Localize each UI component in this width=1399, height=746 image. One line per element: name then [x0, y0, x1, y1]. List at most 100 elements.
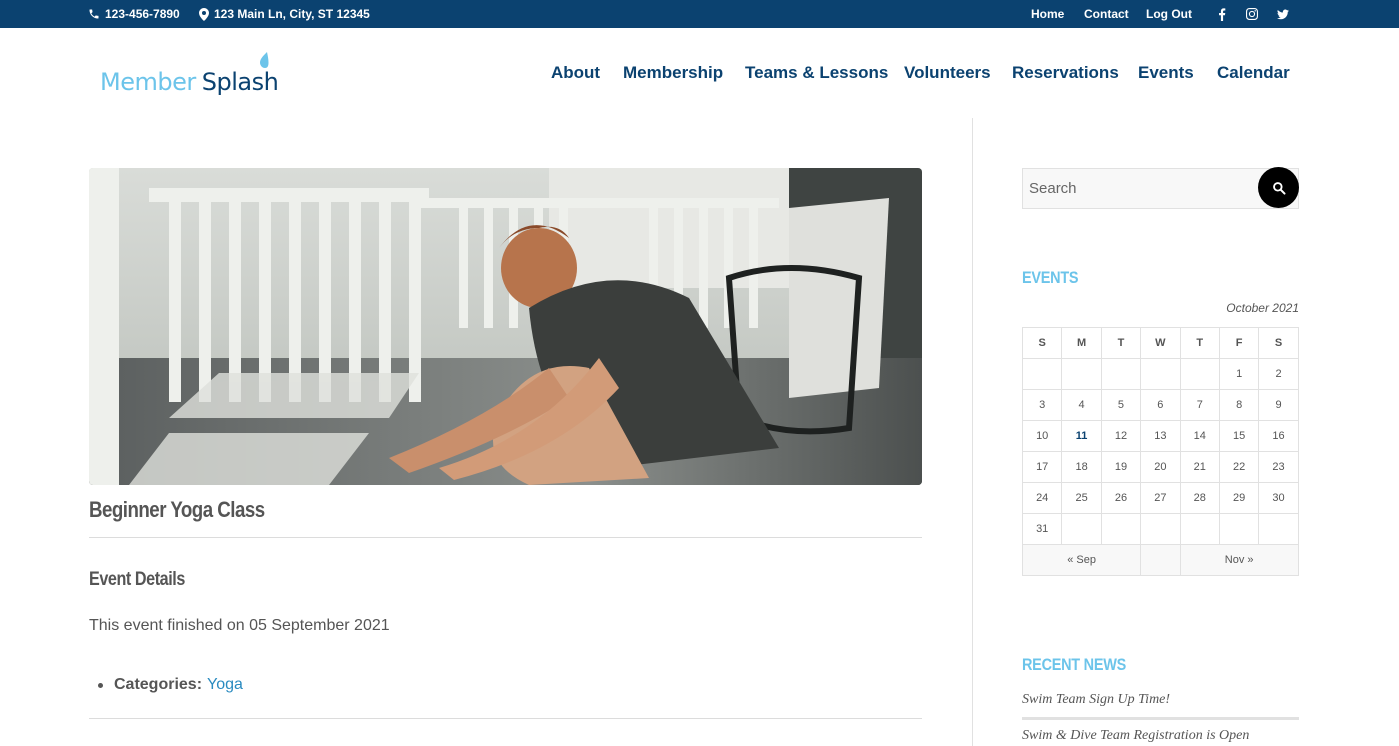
calendar-week-row: 10 11 12 13 14 15 16: [1021, 420, 1299, 452]
weekday: F: [1218, 327, 1260, 359]
calendar-day: 24: [1021, 482, 1063, 514]
facebook-icon: [1219, 7, 1226, 21]
search-button[interactable]: [1258, 167, 1299, 208]
calendar-caption: October 2021: [1226, 301, 1299, 315]
address-info: 123 Main Ln, City, ST 12345: [199, 0, 370, 28]
logout-link[interactable]: Log Out: [1146, 7, 1192, 21]
calendar-week-row: 3456789: [1021, 389, 1299, 421]
search-input[interactable]: [1023, 169, 1258, 208]
news-item-link[interactable]: Swim Team Sign Up Time!: [1022, 692, 1170, 708]
calendar-day: 2: [1258, 358, 1299, 390]
event-details-heading: Event Details: [89, 569, 185, 590]
calendar-day: 30: [1258, 482, 1299, 514]
instagram-link[interactable]: [1246, 0, 1258, 28]
nav-reservations[interactable]: Reservations: [1012, 63, 1119, 83]
calendar-day: 17: [1021, 451, 1063, 483]
divider: [89, 537, 922, 538]
weekday: T: [1179, 327, 1220, 359]
calendar-cell-empty: [1100, 513, 1142, 545]
event-categories: Categories: Yoga: [98, 676, 243, 694]
calendar-day: 6: [1140, 389, 1181, 421]
divider: [89, 718, 922, 719]
twitter-link[interactable]: [1277, 0, 1289, 28]
calendar-day: 27: [1140, 482, 1181, 514]
weekday: T: [1100, 327, 1142, 359]
calendar-cell-empty: [1179, 513, 1220, 545]
search-icon: [1272, 181, 1286, 195]
calendar-day: 1: [1218, 358, 1260, 390]
calendar-week-row: 31: [1021, 513, 1299, 545]
logo-text-member: Member: [100, 68, 196, 96]
address-text: 123 Main Ln, City, ST 12345: [214, 7, 370, 21]
sidebar-divider: [972, 118, 973, 746]
recent-news-title: RECENT NEWS: [1022, 655, 1126, 674]
calendar-day: 7: [1179, 389, 1220, 421]
nav-about[interactable]: About: [551, 63, 600, 83]
calendar-day: 11: [1061, 420, 1102, 452]
calendar-cell-empty: [1140, 544, 1181, 576]
nav-membership[interactable]: Membership: [623, 63, 723, 83]
nav-volunteers[interactable]: Volunteers: [904, 63, 991, 83]
calendar-week-row: 24 25 26 27 28 29 30: [1021, 482, 1299, 514]
nav-events[interactable]: Events: [1138, 63, 1194, 83]
calendar-next-month[interactable]: Nov »: [1225, 554, 1254, 566]
weekday: W: [1140, 327, 1181, 359]
calendar-cell-empty: [1021, 358, 1063, 390]
phone-number: 123-456-7890: [105, 7, 180, 21]
weekday: S: [1258, 327, 1299, 359]
site-logo[interactable]: Member Splash: [100, 52, 279, 96]
calendar-day: 13: [1140, 420, 1181, 452]
calendar-cell-empty: [1140, 358, 1181, 390]
weekday: M: [1061, 327, 1102, 359]
weekday-row: S M T W T F S: [1021, 327, 1299, 359]
phone-icon: [89, 9, 99, 19]
phone-info: 123-456-7890: [88, 0, 180, 28]
calendar-day: 14: [1179, 420, 1220, 452]
calendar-cell-empty: [1061, 513, 1102, 545]
calendar-day: 5: [1100, 389, 1142, 421]
calendar-day: 21: [1179, 451, 1220, 483]
calendar-cell-empty: [1100, 358, 1142, 390]
calendar-day: 31: [1021, 513, 1063, 545]
event-title: Beginner Yoga Class: [89, 497, 265, 522]
top-bar: 123-456-7890 123 Main Ln, City, ST 12345…: [0, 0, 1399, 28]
contact-link[interactable]: Contact: [1084, 7, 1129, 21]
bullet: [98, 682, 103, 688]
nav-calendar[interactable]: Calendar: [1217, 63, 1290, 83]
calendar-day: 4: [1061, 389, 1102, 421]
calendar-cell-empty: [1258, 513, 1299, 545]
categories-label: Categories:: [114, 676, 203, 693]
event-finished-text: This event finished on 05 September 2021: [89, 617, 390, 634]
calendar-day: 18: [1061, 451, 1102, 483]
yoga-photo-illustration: [89, 168, 922, 485]
facebook-link[interactable]: [1218, 0, 1226, 28]
instagram-icon: [1246, 8, 1258, 20]
map-marker-icon: [199, 7, 209, 21]
calendar-day: 10: [1021, 420, 1063, 452]
calendar-day: 15: [1218, 420, 1260, 452]
news-item-link[interactable]: Swim & Dive Team Registration is Open: [1022, 728, 1249, 744]
calendar-day: 16: [1258, 420, 1299, 452]
calendar-nav-row: « Sep Nov »: [1021, 544, 1299, 576]
home-link[interactable]: Home: [1031, 7, 1064, 21]
calendar-week-row: 12: [1021, 358, 1299, 390]
twitter-icon: [1277, 9, 1289, 19]
calendar-day: 29: [1218, 482, 1260, 514]
calendar-cell-empty: [1218, 513, 1260, 545]
events-calendar: S M T W T F S 1 2 3 4 5 6 7 8 9 10 11 12 13 14 15 16 17 1…: [1021, 327, 1299, 576]
calendar-day: 19: [1100, 451, 1142, 483]
calendar-day: 3: [1021, 389, 1063, 421]
events-widget-title: EVENTS: [1022, 268, 1079, 287]
water-drop-icon: [260, 52, 269, 68]
calendar-day: 23: [1258, 451, 1299, 483]
calendar-day: 8: [1218, 389, 1260, 421]
event-featured-image: [89, 168, 922, 485]
calendar-day: 22: [1218, 451, 1260, 483]
calendar-day: 25: [1061, 482, 1102, 514]
calendar-week-row: 17 18 19 20 21 22 23: [1021, 451, 1299, 483]
calendar-day: 20: [1140, 451, 1181, 483]
category-link-yoga[interactable]: Yoga: [207, 676, 243, 694]
calendar-day: 9: [1258, 389, 1299, 421]
calendar-prev-month[interactable]: « Sep: [1067, 554, 1096, 566]
nav-teams-lessons[interactable]: Teams & Lessons: [745, 63, 888, 83]
